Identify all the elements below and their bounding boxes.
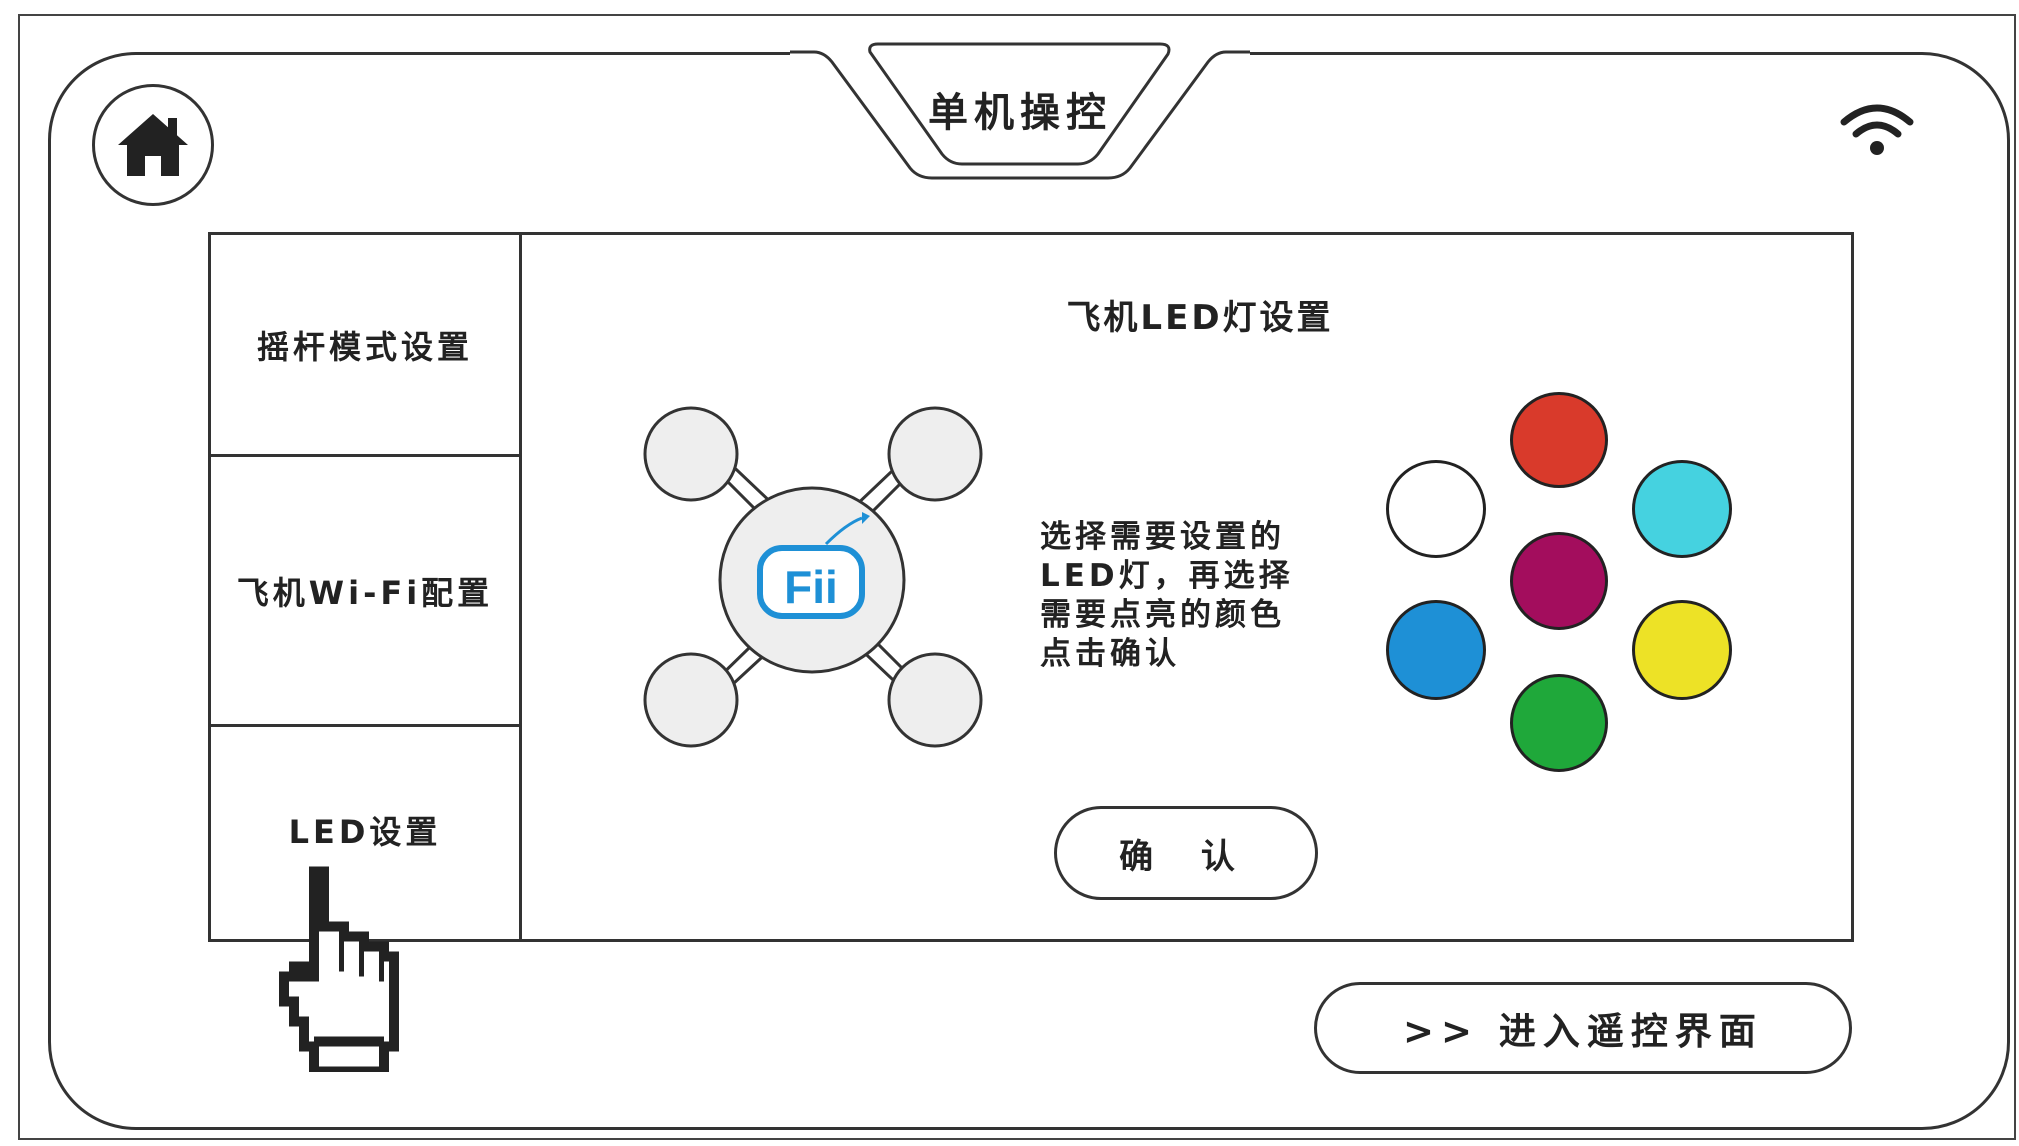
sidebar-item-label: 摇杆模式设置 xyxy=(256,327,473,366)
confirm-button[interactable]: 确 认 xyxy=(1054,806,1318,900)
color-option-magenta[interactable] xyxy=(1510,532,1608,630)
sidebar-item-joystick-mode[interactable]: 摇杆模式设置 xyxy=(211,235,519,457)
instruction-line: 选择需要设置的 xyxy=(1040,519,1285,555)
color-option-white[interactable] xyxy=(1386,460,1486,558)
panel-title: 飞机LED灯设置 xyxy=(1066,298,1334,338)
sidebar-item-wifi-config[interactable]: 飞机Wi-Fi配置 xyxy=(211,457,519,727)
color-option-green[interactable] xyxy=(1510,674,1608,772)
hand-pointer-icon xyxy=(279,866,399,1072)
color-option-blue[interactable] xyxy=(1386,600,1486,700)
fii-logo-text: Fii xyxy=(784,561,838,613)
drone-led-top-right[interactable] xyxy=(887,406,983,502)
color-option-red[interactable] xyxy=(1510,392,1608,488)
enter-remote-control-button[interactable]: >> 进入遥控界面 xyxy=(1314,982,1852,1074)
instruction-line: 点击确认 xyxy=(1040,636,1180,672)
sidebar-item-label: 飞机Wi-Fi配置 xyxy=(236,573,494,612)
drone-led-top-left[interactable] xyxy=(643,406,739,502)
drone-diagram: Fii xyxy=(643,406,983,748)
home-button[interactable] xyxy=(92,84,214,206)
instruction-line: 需要点亮的颜色 xyxy=(1040,597,1285,633)
wifi-icon xyxy=(1840,104,1914,155)
home-icon xyxy=(118,114,188,176)
color-option-cyan[interactable] xyxy=(1632,460,1732,558)
drone-led-bottom-right[interactable] xyxy=(887,652,983,748)
instruction-line: LED灯，再选择 xyxy=(1040,558,1294,594)
drone-led-bottom-left[interactable] xyxy=(643,652,739,748)
settings-sidebar: 摇杆模式设置 飞机Wi-Fi配置 LED设置 xyxy=(208,232,522,942)
color-option-yellow[interactable] xyxy=(1632,600,1732,700)
instructions-text: 选择需要设置的 LED灯，再选择 需要点亮的颜色 点击确认 xyxy=(1040,518,1320,674)
page-title: 单机操控 xyxy=(928,90,1112,136)
sidebar-item-label: LED设置 xyxy=(288,813,442,851)
